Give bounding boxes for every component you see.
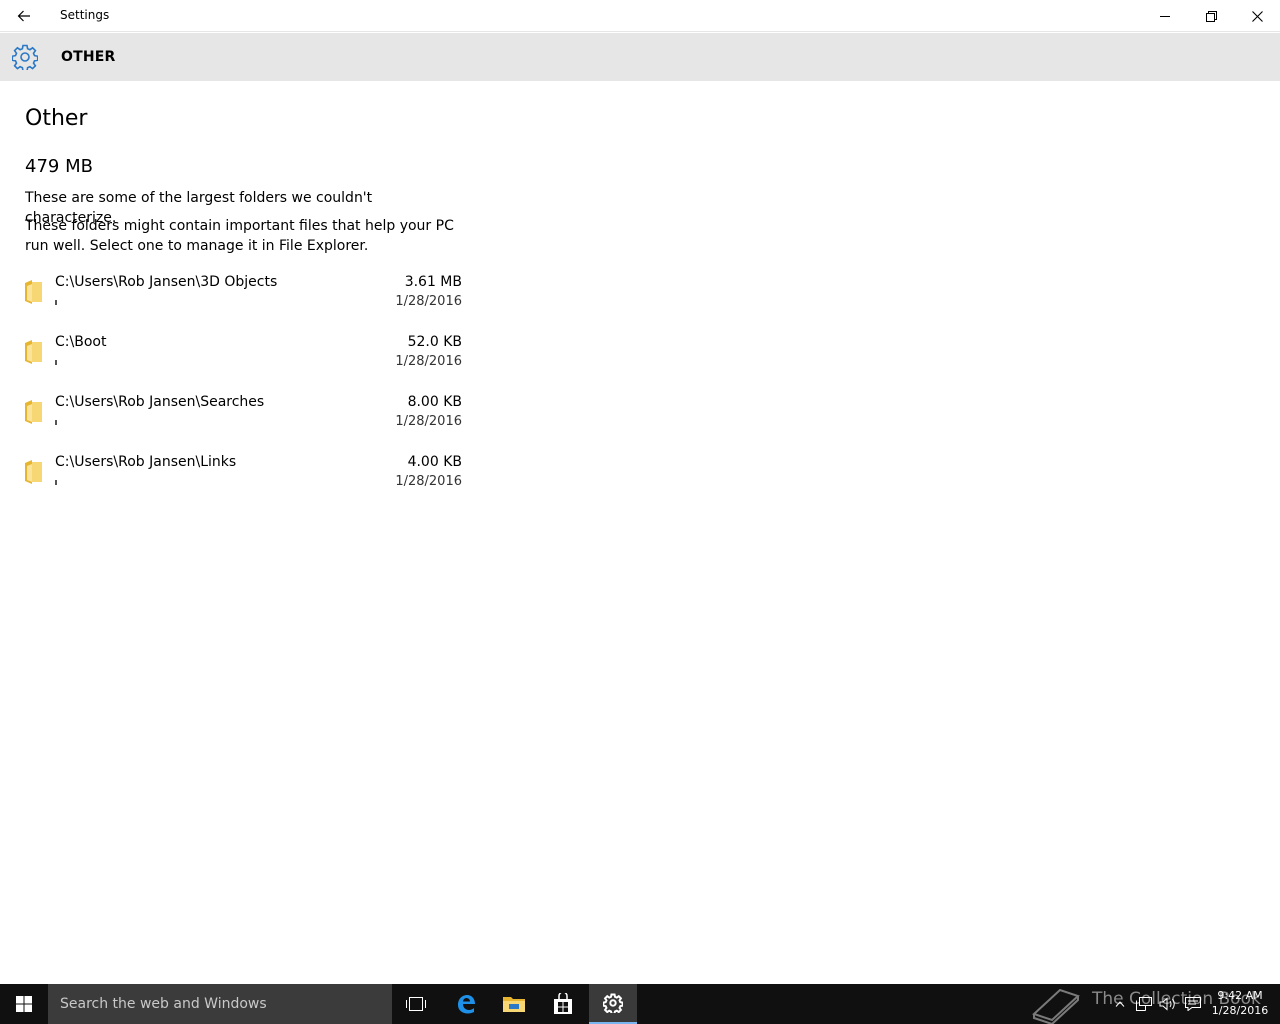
minimize-button[interactable] (1142, 0, 1188, 32)
usage-bar-fill (55, 480, 57, 485)
close-button[interactable] (1234, 0, 1280, 32)
header-title: OTHER (61, 49, 116, 65)
settings-taskbar-button[interactable] (589, 984, 637, 1024)
file-explorer-button[interactable] (490, 984, 538, 1024)
folder-path: C:\Users\Rob Jansen\3D Objects (55, 274, 278, 290)
settings-icon (603, 993, 623, 1013)
description-text-2: These folders might contain important fi… (25, 218, 454, 254)
folder-list: C:\Users\Rob Jansen\3D Objects 3.61 MB 1… (25, 274, 465, 514)
file-explorer-icon (503, 997, 525, 1012)
folder-date: 1/28/2016 (395, 474, 462, 489)
folder-size: 3.61 MB (404, 274, 462, 290)
folder-icon (25, 400, 42, 424)
store-button[interactable] (539, 984, 587, 1024)
folder-path: C:\Users\Rob Jansen\Searches (55, 394, 265, 410)
minimize-icon (1160, 16, 1170, 17)
usage-bar-fill (55, 420, 57, 425)
folder-icon (25, 280, 42, 304)
clock-date: 1/28/2016 (1211, 1004, 1269, 1017)
folder-row[interactable]: C:\Users\Rob Jansen\Searches 8.00 KB 1/2… (25, 394, 465, 454)
close-icon (1251, 10, 1263, 22)
title-bar: Settings (0, 0, 1280, 32)
chevron-up-icon (1115, 1001, 1125, 1007)
usage-bar (55, 480, 365, 485)
start-button[interactable] (0, 984, 48, 1024)
notification-icon (1185, 997, 1201, 1011)
back-arrow-icon (17, 10, 30, 22)
usage-bar-fill (55, 360, 57, 365)
usage-bar (55, 360, 365, 365)
folder-date: 1/28/2016 (395, 294, 462, 309)
page-title: Other (25, 106, 88, 131)
folder-row[interactable]: C:\Users\Rob Jansen\3D Objects 3.61 MB 1… (25, 274, 465, 334)
edge-icon (458, 995, 475, 1014)
network-tray-button[interactable] (1133, 984, 1155, 1024)
folder-icon (25, 460, 42, 484)
folder-size: 8.00 KB (407, 394, 462, 410)
window-title: Settings (60, 8, 110, 22)
store-icon (554, 993, 572, 1014)
taskbar: Search the web and Windows The Collectio… (0, 984, 1280, 1024)
taskbar-search-input[interactable]: Search the web and Windows (48, 984, 392, 1024)
total-size: 479 MB (25, 156, 93, 177)
task-view-icon (406, 997, 426, 1011)
network-icon (1136, 997, 1152, 1011)
volume-tray-button[interactable] (1157, 984, 1179, 1024)
volume-icon (1159, 997, 1175, 1011)
clock-time: 9:42 AM (1217, 989, 1263, 1002)
restore-icon (1205, 10, 1217, 22)
gear-icon (12, 44, 38, 70)
usage-bar-fill (55, 300, 57, 305)
folder-path: C:\Users\Rob Jansen\Links (55, 454, 237, 470)
folder-date: 1/28/2016 (395, 354, 462, 369)
usage-bar (55, 420, 365, 425)
folder-size: 4.00 KB (407, 454, 462, 470)
back-button[interactable] (0, 0, 48, 32)
action-center-button[interactable] (1182, 984, 1204, 1024)
windows-logo-icon (16, 996, 32, 1012)
usage-bar (55, 300, 365, 305)
folder-icon (25, 340, 42, 364)
settings-header: OTHER (0, 33, 1280, 81)
show-hidden-icons-button[interactable] (1110, 984, 1130, 1024)
folder-row[interactable]: C:\Users\Rob Jansen\Links 4.00 KB 1/28/2… (25, 454, 465, 514)
edge-button[interactable] (442, 984, 490, 1024)
book-watermark-icon (1032, 988, 1080, 1024)
folder-size: 52.0 KB (407, 334, 462, 350)
restore-button[interactable] (1188, 0, 1234, 32)
folder-row[interactable]: C:\Boot 52.0 KB 1/28/2016 (25, 334, 465, 394)
folder-date: 1/28/2016 (395, 414, 462, 429)
folder-path: C:\Boot (55, 334, 107, 350)
task-view-button[interactable] (392, 984, 440, 1024)
taskbar-clock[interactable]: 9:42 AM 1/28/2016 (1210, 988, 1270, 1018)
